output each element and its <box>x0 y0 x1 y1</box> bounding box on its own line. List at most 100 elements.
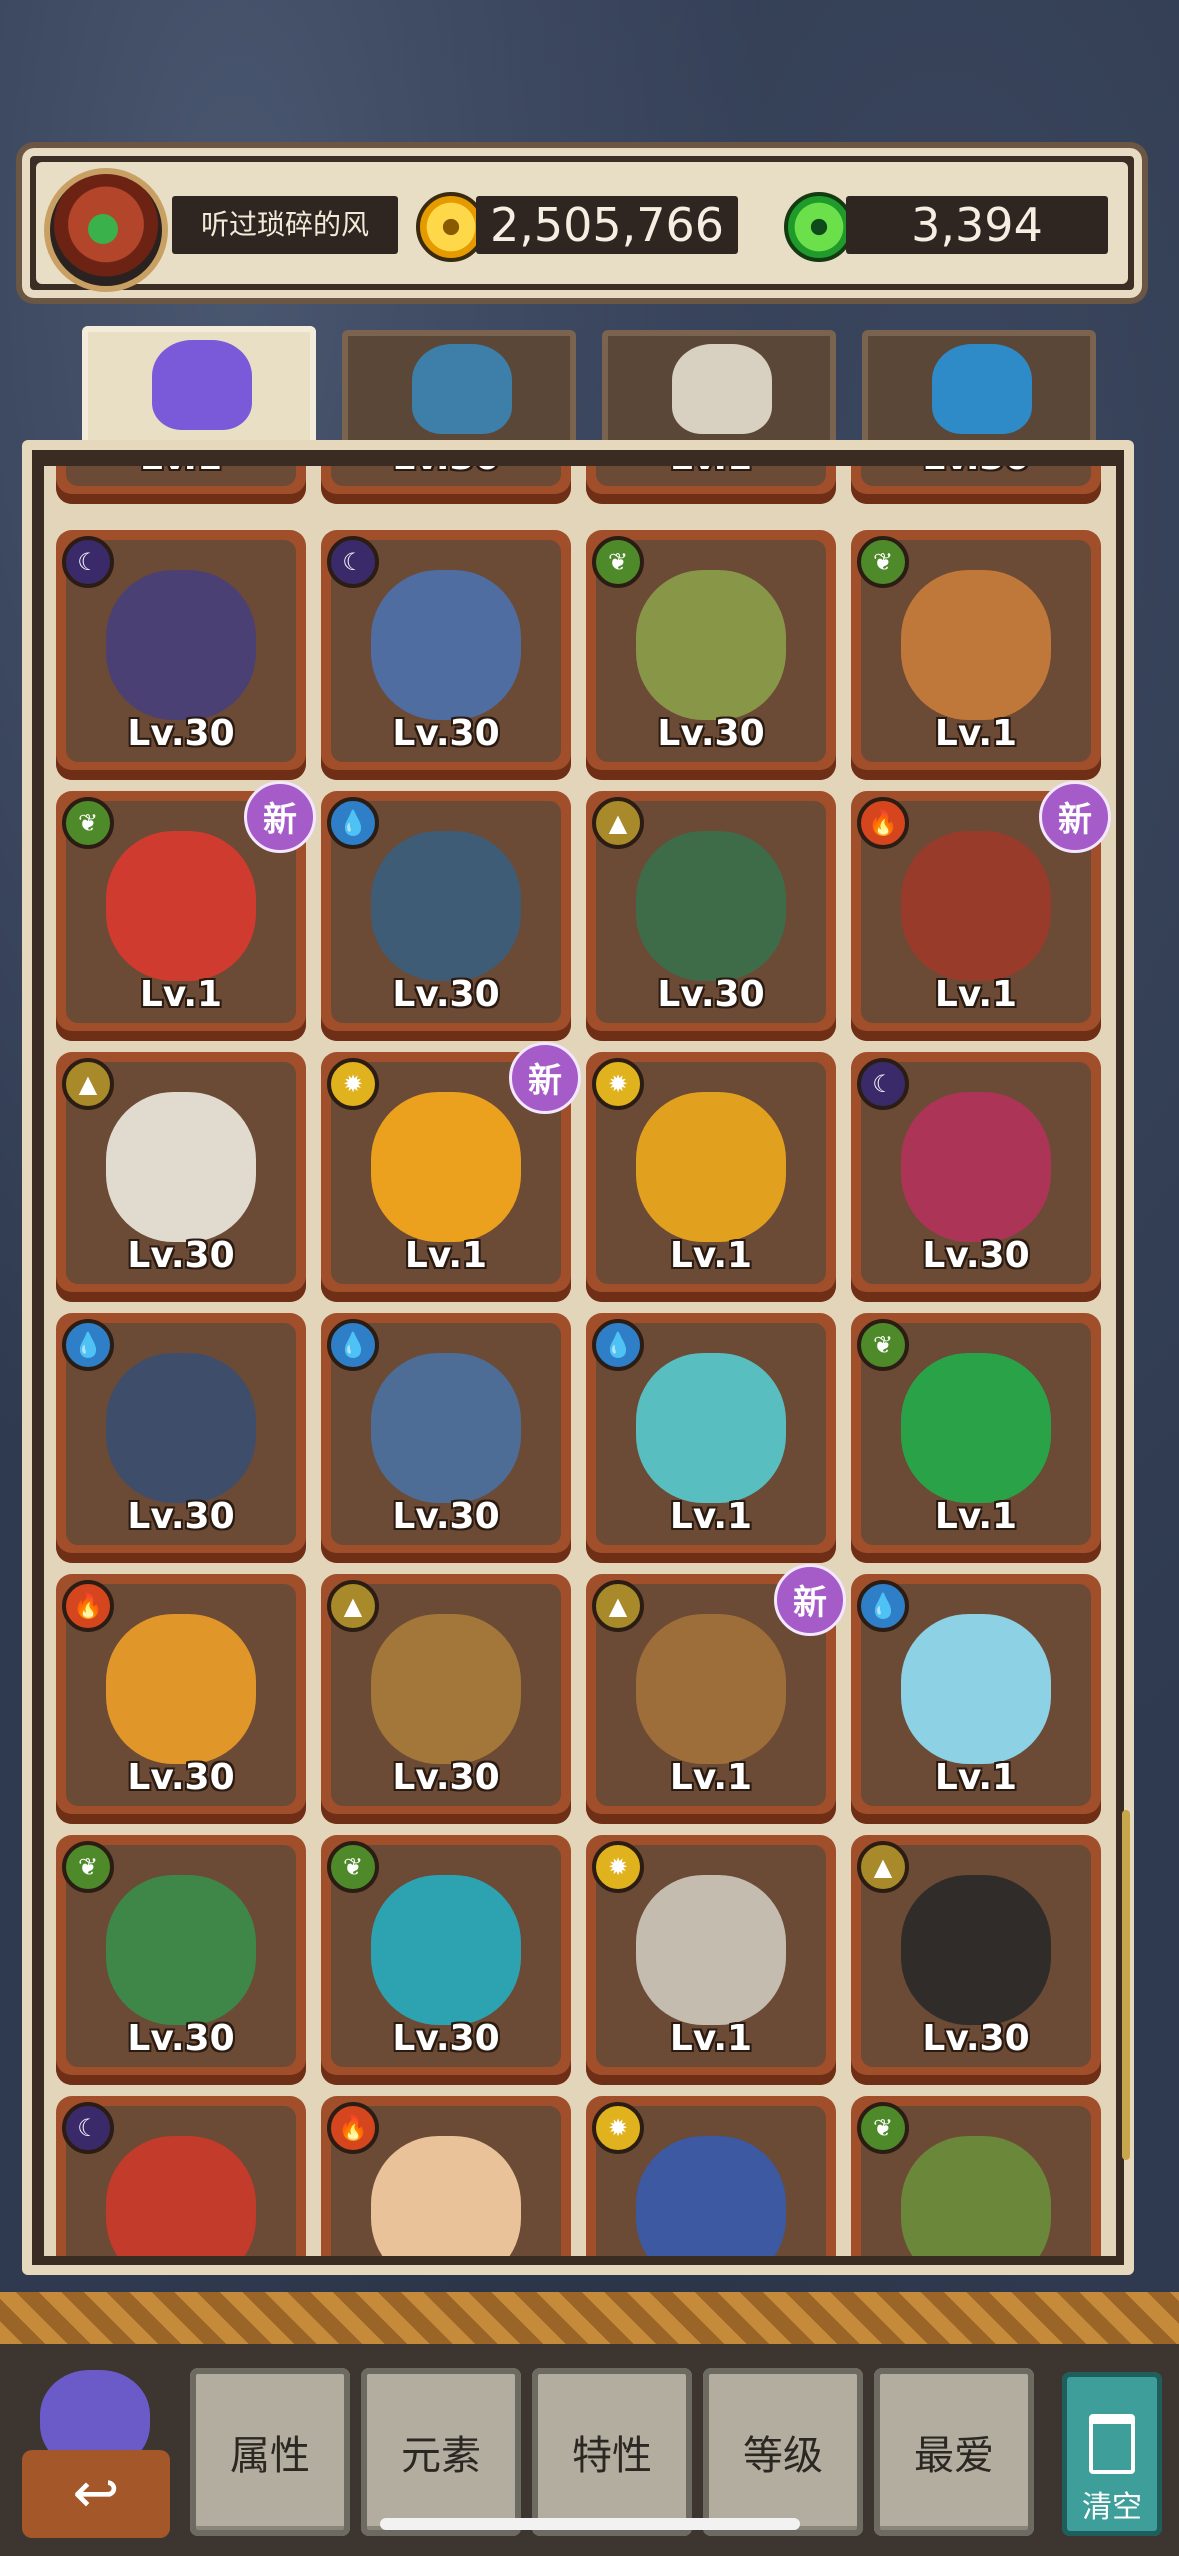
monster-card[interactable]: ▲ Lv.30 <box>851 1835 1101 2085</box>
monster-card[interactable]: ❦ Lv.30 <box>586 530 836 780</box>
monster-card[interactable]: 💧 Lv.30 <box>321 1313 571 1563</box>
wood-element-icon: ❦ <box>62 1841 114 1893</box>
noodle-bowl-icon <box>672 344 772 434</box>
level-label: Lv.1 <box>139 974 223 1015</box>
collection-grid[interactable]: Lv.1 Lv.30 Lv.1 Lv.30 ☾ Lv.30 ☾ Lv.30 ❦ Lv.30 ❦ Lv.… <box>44 466 1116 2256</box>
earth-element-icon: ▲ <box>592 797 644 849</box>
purple-monster-icon <box>152 340 252 430</box>
monster-card[interactable]: 💧 Lv.1 <box>586 1313 836 1563</box>
level-label: Lv.1 <box>934 713 1018 754</box>
monster-card[interactable]: ❦ <box>851 2096 1101 2256</box>
filter-button[interactable]: 属性 <box>190 2368 350 2536</box>
monster-portrait <box>371 2136 521 2256</box>
monster-card[interactable]: ❦ Lv.1 新 <box>56 781 316 1041</box>
monster-card[interactable]: Lv.1 <box>586 466 836 504</box>
earth-element-icon: ▲ <box>592 1580 644 1632</box>
monster-card[interactable]: 💧 Lv.30 <box>321 791 571 1041</box>
scrollbar[interactable] <box>1122 1810 1130 2160</box>
monster-card[interactable]: ❦ Lv.1 <box>851 530 1101 780</box>
light-element-icon: ✹ <box>592 1058 644 1110</box>
monster-card[interactable]: Lv.1 <box>56 466 306 504</box>
dark-element-icon: ☾ <box>62 2102 114 2154</box>
new-badge: 新 <box>244 781 316 853</box>
monster-card[interactable]: ❦ Lv.1 <box>851 1313 1101 1563</box>
wood-element-icon: ❦ <box>62 797 114 849</box>
monster-portrait <box>106 1353 256 1503</box>
level-label: Lv.1 <box>669 2018 753 2059</box>
home-indicator[interactable] <box>380 2518 800 2530</box>
monster-card[interactable]: 💧 Lv.30 <box>56 1313 306 1563</box>
dark-element-icon: ☾ <box>327 536 379 588</box>
monster-card[interactable]: Lv.30 <box>321 466 571 504</box>
monster-card[interactable]: ☾ Lv.30 <box>851 1052 1101 1302</box>
monster-portrait <box>901 570 1051 720</box>
filter-button[interactable]: 特性 <box>532 2368 692 2536</box>
monster-portrait <box>901 1875 1051 2025</box>
monster-card[interactable]: Lv.30 <box>851 466 1101 504</box>
monster-portrait <box>371 1092 521 1242</box>
clear-button[interactable]: 清空 <box>1062 2372 1162 2536</box>
player-name: 听过琐碎的风 <box>172 196 398 254</box>
level-label: Lv.1 <box>934 1496 1018 1537</box>
tab-crystals[interactable] <box>862 330 1096 450</box>
monster-card[interactable]: 🔥 Lv.30 <box>56 1574 306 1824</box>
monster-card[interactable]: ▲ Lv.30 <box>586 791 836 1041</box>
gold-amount: 2,505,766 <box>476 196 738 254</box>
filter-button[interactable]: 最爱 <box>874 2368 1034 2536</box>
back-button[interactable]: ↩ <box>22 2370 170 2540</box>
tab-hats[interactable] <box>342 330 576 450</box>
light-element-icon: ✹ <box>327 1058 379 1110</box>
earth-element-icon: ▲ <box>327 1580 379 1632</box>
monster-portrait <box>636 1353 786 1503</box>
light-element-icon: ✹ <box>592 2102 644 2154</box>
rope-border <box>0 2292 1179 2344</box>
fire-element-icon: 🔥 <box>857 797 909 849</box>
monster-portrait <box>371 1353 521 1503</box>
water-element-icon: 💧 <box>62 1319 114 1371</box>
monster-portrait <box>106 570 256 720</box>
level-label: Lv.30 <box>922 2018 1030 2059</box>
monster-card[interactable]: ▲ Lv.30 <box>321 1574 571 1824</box>
fire-element-icon: 🔥 <box>62 1580 114 1632</box>
player-avatar[interactable] <box>44 168 168 292</box>
monster-card[interactable]: 🔥 Lv.1 新 <box>851 781 1111 1041</box>
level-label: Lv.1 <box>56 466 306 478</box>
level-label: Lv.30 <box>127 2018 235 2059</box>
monster-card[interactable]: ▲ Lv.30 <box>56 1052 306 1302</box>
monster-card[interactable]: 🔥 <box>321 2096 571 2256</box>
monster-portrait <box>106 1614 256 1764</box>
monster-portrait <box>371 1614 521 1764</box>
earth-element-icon: ▲ <box>857 1841 909 1893</box>
gem-amount: 3,394 <box>846 196 1108 254</box>
monster-portrait <box>106 831 256 981</box>
level-label: Lv.1 <box>669 1235 753 1276</box>
tab-food[interactable] <box>602 330 836 450</box>
level-label: Lv.30 <box>392 1496 500 1537</box>
monster-card[interactable]: ❦ Lv.30 <box>56 1835 306 2085</box>
wood-element-icon: ❦ <box>857 2102 909 2154</box>
monster-card[interactable]: ☾ Lv.30 <box>321 530 571 780</box>
monster-card[interactable]: ✹ Lv.1 <box>586 1052 836 1302</box>
tab-monsters[interactable] <box>82 326 316 456</box>
monster-card[interactable]: ☾ <box>56 2096 306 2256</box>
monster-portrait <box>636 1614 786 1764</box>
monster-card[interactable]: ▲ Lv.1 新 <box>586 1564 846 1824</box>
filter-button[interactable]: 元素 <box>361 2368 521 2536</box>
monster-portrait <box>636 570 786 720</box>
monster-card[interactable]: ❦ Lv.30 <box>321 1835 571 2085</box>
new-badge: 新 <box>774 1564 846 1636</box>
level-label: Lv.1 <box>934 1757 1018 1798</box>
monster-portrait <box>106 1875 256 2025</box>
monster-card[interactable]: ✹ <box>586 2096 836 2256</box>
peacock-hat-icon <box>412 344 512 434</box>
water-element-icon: 💧 <box>857 1580 909 1632</box>
monster-card[interactable]: ☾ Lv.30 <box>56 530 306 780</box>
monster-card[interactable]: 💧 Lv.1 <box>851 1574 1101 1824</box>
level-label: Lv.30 <box>127 713 235 754</box>
monster-card[interactable]: ✹ Lv.1 新 <box>321 1042 581 1302</box>
monster-card[interactable]: ✹ Lv.1 <box>586 1835 836 2085</box>
light-element-icon: ✹ <box>592 1841 644 1893</box>
filter-button[interactable]: 等级 <box>703 2368 863 2536</box>
back-arrow-icon: ↩ <box>22 2450 170 2538</box>
monster-portrait <box>901 1353 1051 1503</box>
